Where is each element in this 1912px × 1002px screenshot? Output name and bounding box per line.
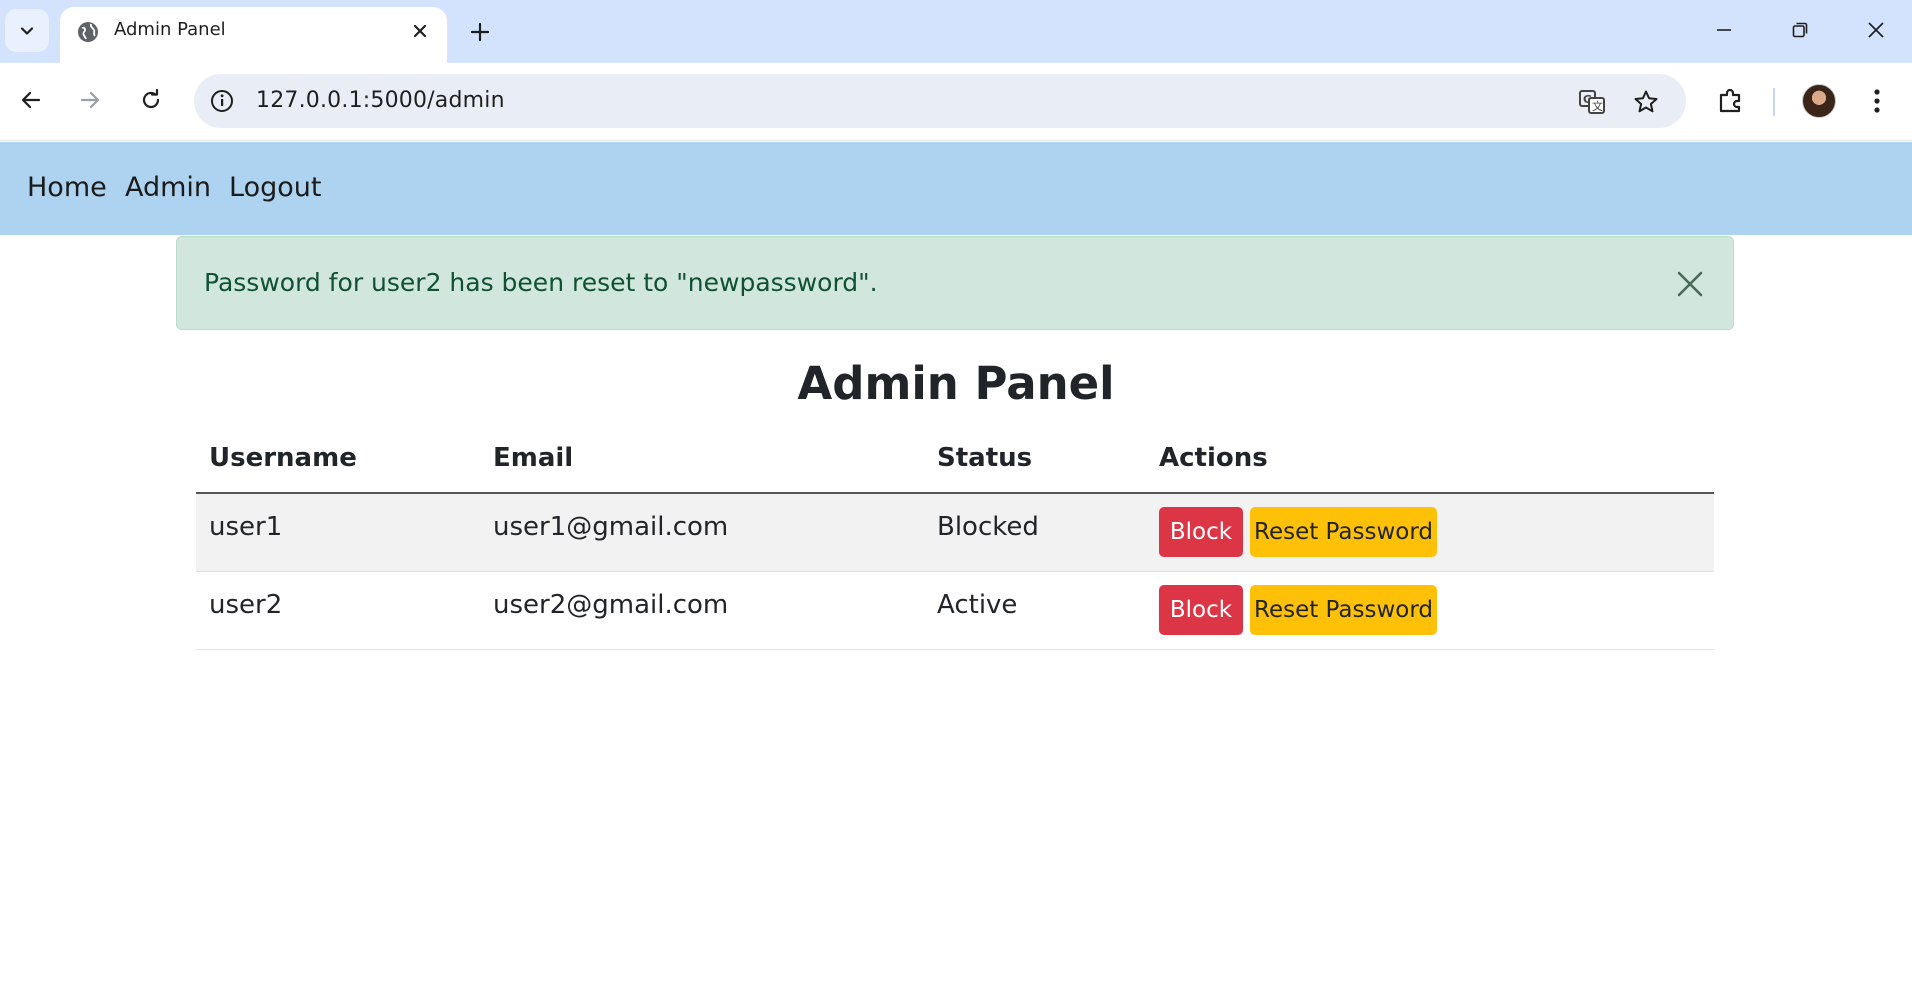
cell-email: user1@gmail.com (493, 512, 729, 542)
column-header-actions: Actions (1159, 443, 1268, 473)
reload-icon (142, 88, 160, 109)
star-icon (1634, 90, 1658, 113)
reset-password-button[interactable]: Reset Password (1250, 507, 1437, 557)
nav-link-home[interactable]: Home (27, 172, 107, 203)
site-navbar: Home Admin Logout (0, 142, 1912, 235)
nav-link-admin[interactable]: Admin (125, 172, 211, 203)
forward-icon (80, 91, 100, 109)
cell-status: Blocked (937, 512, 1039, 542)
table-row: user2 user2@gmail.com Active Block Reset… (196, 572, 1714, 650)
alert-close-button[interactable] (1673, 267, 1707, 301)
toolbar-separator (1773, 88, 1775, 116)
plus-icon (470, 22, 490, 42)
cell-status: Active (937, 590, 1018, 620)
restore-button[interactable] (1770, 8, 1830, 52)
column-header-email: Email (493, 443, 574, 473)
success-alert: Password for user2 has been reset to "ne… (176, 236, 1734, 330)
reset-password-button[interactable]: Reset Password (1250, 585, 1437, 635)
browser-menu-button[interactable] (1857, 81, 1897, 121)
info-icon[interactable] (208, 87, 236, 115)
svg-text:文: 文 (1592, 99, 1603, 113)
extensions-button[interactable] (1711, 81, 1751, 121)
reload-button[interactable] (131, 80, 171, 120)
cell-username: user1 (209, 512, 283, 542)
block-user-button[interactable]: Block (1159, 507, 1243, 557)
table-row: user1 user1@gmail.com Blocked Block Rese… (196, 494, 1714, 572)
alert-message: Password for user2 has been reset to "ne… (204, 268, 878, 297)
tab-strip: Admin Panel (0, 0, 1912, 63)
close-window-button[interactable] (1846, 8, 1906, 52)
more-icon (1874, 89, 1880, 113)
bookmark-button[interactable] (1630, 86, 1662, 118)
cell-email: user2@gmail.com (493, 590, 729, 620)
url-text[interactable]: 127.0.0.1:5000/admin (256, 88, 505, 113)
browser-toolbar: 127.0.0.1:5000/admin G文 (0, 63, 1912, 141)
translate-icon: G文 (1579, 90, 1605, 114)
close-icon (1677, 271, 1703, 297)
block-user-button[interactable]: Block (1159, 585, 1243, 635)
close-tab-icon[interactable] (407, 18, 433, 44)
chevron-down-icon (20, 26, 34, 35)
restore-icon (1792, 22, 1808, 38)
globe-icon (78, 22, 98, 42)
back-button[interactable] (11, 80, 51, 120)
column-header-username: Username (209, 443, 357, 473)
close-icon (1868, 22, 1884, 38)
tab-title: Admin Panel (114, 19, 226, 40)
address-bar[interactable]: 127.0.0.1:5000/admin G文 (194, 74, 1686, 128)
page-title: Admin Panel (797, 357, 1115, 410)
extensions-icon (1719, 88, 1741, 113)
profile-avatar[interactable] (1802, 84, 1836, 118)
forward-button[interactable] (70, 80, 110, 120)
column-header-status: Status (937, 443, 1033, 473)
minimize-icon (1717, 29, 1731, 31)
nav-link-logout[interactable]: Logout (229, 172, 321, 203)
back-icon (21, 91, 41, 109)
browser-tab-admin-panel[interactable]: Admin Panel (60, 7, 447, 63)
translate-button[interactable]: G文 (1576, 86, 1608, 118)
tab-search-button[interactable] (5, 9, 49, 52)
new-tab-button[interactable] (462, 14, 498, 50)
minimize-button[interactable] (1694, 8, 1754, 52)
cell-username: user2 (209, 590, 283, 620)
